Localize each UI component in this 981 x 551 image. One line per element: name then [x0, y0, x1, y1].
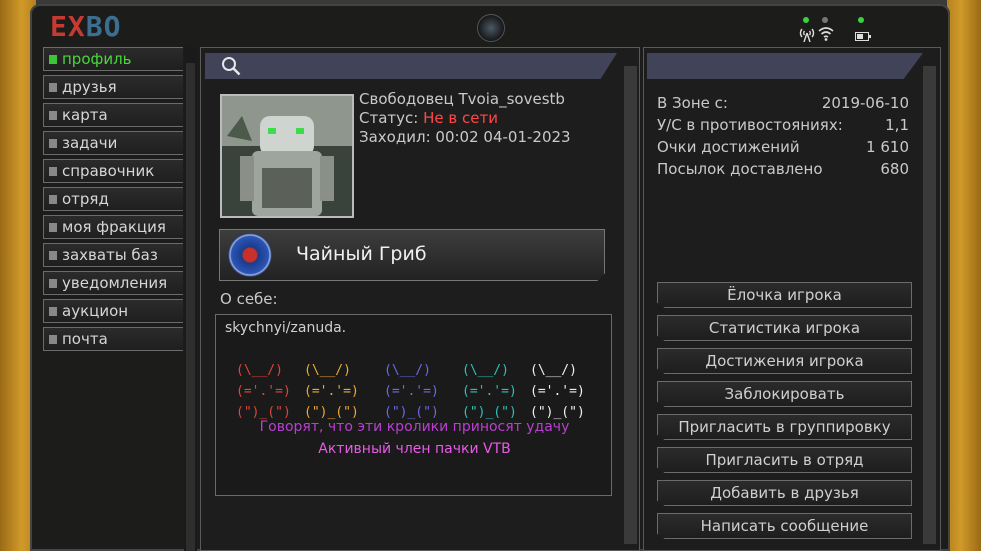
sidebar-item-9[interactable]: аукцион	[43, 299, 183, 323]
menu-bullet-icon	[49, 279, 57, 288]
sidebar-item-2[interactable]: карта	[43, 103, 183, 127]
logo: EXBO	[50, 10, 122, 43]
sidebar-menu: профиль друзья карта задачи справочник отряд м…	[43, 47, 183, 355]
statistics-button[interactable]: Статистика игрока	[657, 315, 912, 341]
menu-bullet-icon	[49, 195, 57, 204]
profile-scrollbar[interactable]	[624, 66, 637, 544]
about-box: skychnyi/zanuda. (\__/) (='.'=) (")_(")(…	[215, 314, 612, 496]
stat-row: Очки достижений 1 610	[657, 138, 909, 156]
tree-button[interactable]: Ёлочка игрока	[657, 282, 912, 308]
last-seen-value: 00:02 04-01-2023	[435, 128, 571, 146]
faction-name: Чайный Гриб	[296, 243, 427, 265]
about-text: skychnyi/zanuda.	[225, 320, 347, 336]
frame-right-edge	[947, 0, 981, 551]
menu-bullet-icon	[49, 223, 57, 232]
avatar-figure-icon	[222, 96, 352, 216]
sidebar-item-label: справочник	[62, 162, 155, 180]
stat-label: У/С в противостояниях:	[657, 116, 843, 134]
bunny-0: (\__/) (='.'=) (")_(")	[236, 363, 291, 420]
about-line-1: Говорят, что эти кролики приносят удачу	[259, 419, 570, 435]
sidebar-scrollbar[interactable]	[184, 47, 197, 551]
menu-bullet-icon	[49, 139, 57, 148]
sidebar-item-4[interactable]: справочник	[43, 159, 183, 183]
avatar	[220, 94, 354, 218]
menu-bullet-icon	[49, 167, 57, 176]
profile-name: Свободовец Tvoia_sovestb	[359, 90, 565, 108]
profile-status: Статус: Не в сети	[359, 109, 498, 127]
faction-emblem-icon	[228, 233, 272, 277]
stat-value: 1 610	[866, 138, 909, 156]
faction-banner[interactable]: Чайный Гриб	[219, 229, 605, 281]
stat-label: В Зоне с:	[657, 94, 728, 112]
stat-value: 680	[880, 160, 909, 178]
stats-panel: В Зоне с: 2019-06-10 У/С в противостояниях…	[643, 47, 941, 551]
search-icon[interactable]	[221, 56, 241, 76]
stat-label: Посылок доставлено	[657, 160, 823, 178]
menu-bullet-icon	[49, 307, 57, 316]
sidebar-item-3[interactable]: задачи	[43, 131, 183, 155]
sidebar-item-1[interactable]: друзья	[43, 75, 183, 99]
sidebar-item-label: задачи	[62, 134, 118, 152]
add-friend-button[interactable]: Добавить в друзья	[657, 480, 912, 506]
wifi-icon	[818, 27, 834, 41]
sidebar-item-label: почта	[62, 330, 108, 348]
top-bar: EXBO	[36, 8, 946, 44]
invite-group-button[interactable]: Пригласить в группировку	[657, 414, 912, 440]
stat-row: У/С в противостояниях: 1,1	[657, 116, 909, 134]
sidebar-item-label: захваты баз	[62, 246, 158, 264]
invite-squad-button[interactable]: Пригласить в отряд	[657, 447, 912, 473]
sidebar-item-label: аукцион	[62, 302, 129, 320]
battery-icon	[855, 32, 871, 41]
stat-label: Очки достижений	[657, 138, 800, 156]
menu-bullet-icon	[49, 251, 57, 260]
antenna-icon	[799, 28, 815, 42]
menu-bullet-icon	[49, 335, 57, 344]
menu-bullet-icon	[49, 83, 57, 92]
sidebar-item-label: карта	[62, 106, 108, 124]
stats-scrollbar[interactable]	[923, 66, 936, 544]
bunny-4: (\__/) (='.'=) (")_(")	[530, 363, 585, 420]
stat-row: В Зоне с: 2019-06-10	[657, 94, 909, 112]
block-button[interactable]: Заблокировать	[657, 381, 912, 407]
stat-value: 1,1	[885, 116, 909, 134]
profile-last-seen: Заходил: 00:02 04-01-2023	[359, 128, 571, 146]
profile-panel: Свободовец Tvoia_sovestb Статус: Не в се…	[200, 47, 640, 551]
stat-value: 2019-06-10	[821, 94, 909, 112]
about-line-2: Активный член пачки VTB	[318, 441, 511, 457]
stat-row: Посылок доставлено 680	[657, 160, 909, 178]
sidebar-item-label: моя фракция	[62, 218, 166, 236]
message-button[interactable]: Написать сообщение	[657, 513, 912, 539]
status-value: Не в сети	[423, 109, 498, 127]
sidebar-item-7[interactable]: захваты баз	[43, 243, 183, 267]
sidebar-item-label: профиль	[62, 50, 132, 68]
led-grey	[822, 17, 828, 23]
bunny-1: (\__/) (='.'=) (")_(")	[304, 363, 359, 420]
menu-bullet-icon	[49, 111, 57, 120]
led-green-2	[858, 17, 864, 23]
achievements-button[interactable]: Достижения игрока	[657, 348, 912, 374]
profile-panel-header	[205, 53, 617, 79]
stats-panel-header	[647, 53, 923, 79]
sidebar-item-10[interactable]: почта	[43, 327, 183, 351]
led-green-1	[803, 17, 809, 23]
device-frame: EXBO профиль друзья карта задачи справочник о…	[0, 0, 981, 551]
sidebar-item-label: отряд	[62, 190, 109, 208]
sidebar-item-label: друзья	[62, 78, 117, 96]
about-label: О себе:	[220, 290, 278, 308]
bunny-2: (\__/) (='.'=) (")_(")	[384, 363, 439, 420]
sidebar-item-label: уведомления	[62, 274, 168, 292]
menu-bullet-icon	[49, 55, 57, 64]
bunny-3: (\__/) (='.'=) (")_(")	[462, 363, 517, 420]
sidebar-item-6[interactable]: моя фракция	[43, 215, 183, 239]
camera-lens	[477, 14, 505, 42]
sidebar-item-5[interactable]: отряд	[43, 187, 183, 211]
sidebar-item-0[interactable]: профиль	[43, 47, 183, 71]
sidebar-item-8[interactable]: уведомления	[43, 271, 183, 295]
